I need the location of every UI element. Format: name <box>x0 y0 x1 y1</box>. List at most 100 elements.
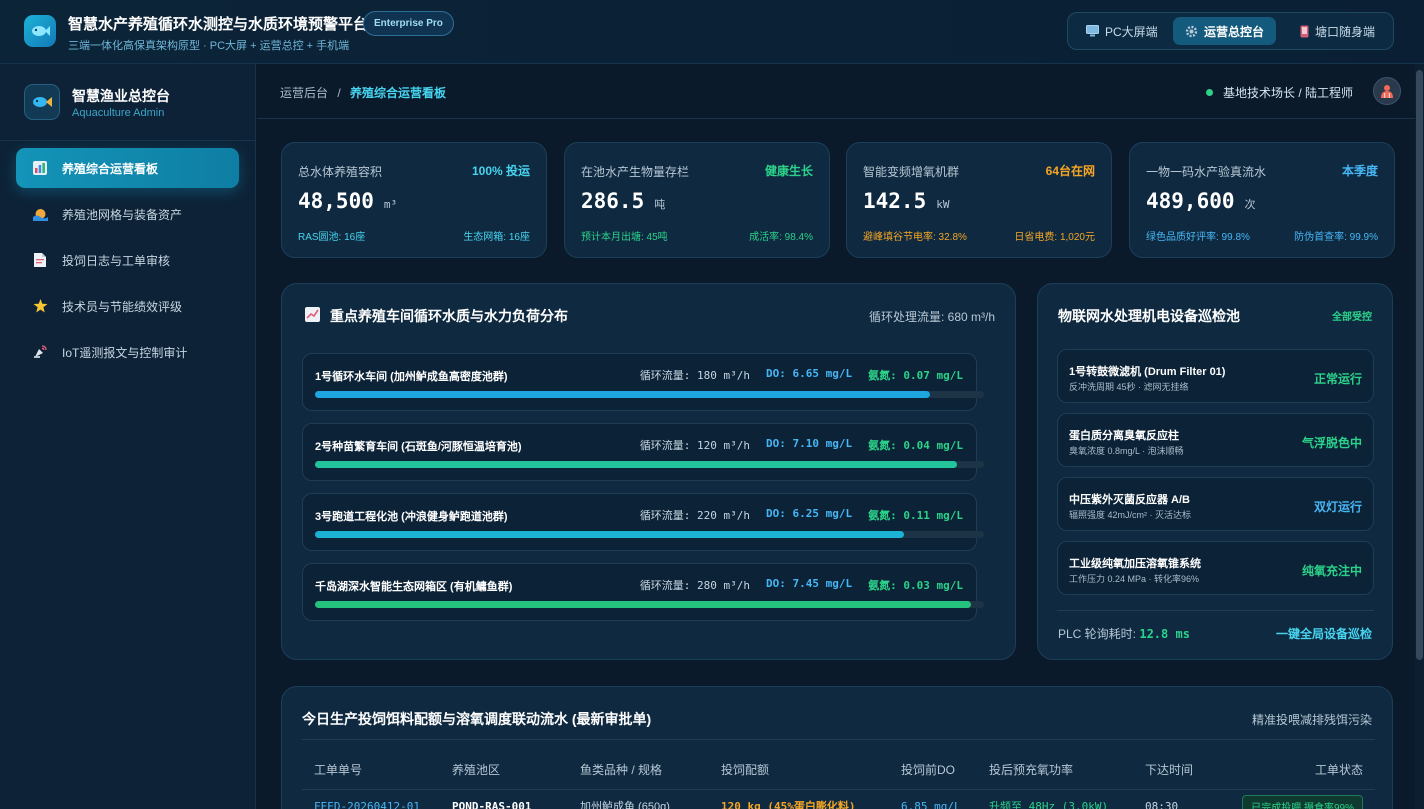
zone-flow: 循环流量: 220 m³/h <box>639 509 751 522</box>
column-header[interactable]: 鱼类品种 / 规格 <box>568 751 709 789</box>
kpi-label: 一物一码水产验真流水 <box>1146 165 1267 179</box>
total-flow: 循环处理流量: 680 m³/h <box>869 308 995 325</box>
satellite-icon <box>32 344 48 360</box>
kpi-value: 489,600 <box>1146 189 1235 213</box>
order-status-cell: 已完成投喂 摄食率99% <box>1221 789 1375 809</box>
column-header[interactable]: 养殖池区 <box>440 751 568 789</box>
sidebar-logo <box>24 84 60 120</box>
order-time: 08:30 <box>1145 799 1179 809</box>
zone-load-bar <box>315 461 984 468</box>
sidebar-item-iot-audit[interactable]: IoT遥测报文与控制审计 <box>16 332 239 372</box>
zone-load-fill <box>315 531 904 538</box>
device-card[interactable]: 1号转鼓微滤机 (Drum Filter 01) 反冲洗周期 45秒 · 滤网无… <box>1057 349 1374 403</box>
mode-label: 运营总控台 <box>1204 24 1265 39</box>
fish-icon <box>33 97 52 107</box>
zone-load-bar <box>315 391 984 398</box>
device-detail: 臭氧浓度 0.8mg/L · 泡沫顺畅 <box>1069 446 1184 456</box>
platform-logo <box>24 15 56 47</box>
kpi-label: 智能变频增氧机群 <box>863 165 960 179</box>
global-patrol-button[interactable]: 一键全局设备巡检 <box>1276 625 1372 642</box>
avatar[interactable] <box>1373 77 1401 105</box>
zone-flow: 循环流量: 120 m³/h <box>639 439 751 452</box>
mode-label: 塘口随身端 <box>1315 24 1376 39</box>
orders-table: 工单单号 养殖池区 鱼类品种 / 规格 投饲配额 投饲前DO 投后预充氧功率 下… <box>302 751 1375 809</box>
kpi-card-water-volume: 总水体养殖容积 100% 投运 48,500 m³ RAS圆池: 16座 生态网箱… <box>281 142 547 258</box>
sidebar-item-ponds[interactable]: 养殖池网格与装备资产 <box>16 194 239 234</box>
phone-icon <box>1300 25 1309 37</box>
kpi-value: 142.5 <box>863 189 927 213</box>
column-header[interactable]: 投饲前DO <box>889 751 977 789</box>
zone-load-fill <box>315 601 971 608</box>
zone-flow: 循环流量: 180 m³/h <box>639 369 751 382</box>
column-header[interactable]: 投后预充氧功率 <box>977 751 1133 789</box>
kpi-card-biomass: 在池水产生物量存栏 健康生长 286.5 吨 预计本月出塘: 45吨 成活率: 9… <box>564 142 830 258</box>
zone-do: DO: 7.10 mg/L <box>766 437 853 450</box>
order-id[interactable]: FEED-20260412-01 <box>302 789 440 809</box>
device-card[interactable]: 中压紫外灭菌反应器 A/B 辐照强度 42mJ/cm² · 灭活达标 双灯运行 <box>1057 477 1374 531</box>
kpi-foot-right: 防伪首查率: 99.9% <box>1294 232 1378 243</box>
device-detail: 反冲洗周期 45秒 · 滤网无挂络 <box>1069 382 1189 392</box>
sidebar-item-dashboard[interactable]: 养殖综合运营看板 <box>16 148 239 188</box>
kpi-foot-left: 绿色品质好评率: 99.8% <box>1146 232 1250 243</box>
kpi-label: 总水体养殖容积 <box>298 165 383 179</box>
sidebar-item-feeding[interactable]: 投饲日志与工单审核 <box>16 240 239 280</box>
table-row[interactable]: FEED-20260412-01 POND-RAS-001 加州鲈成鱼 (650… <box>302 789 1375 809</box>
total-flow-value: 680 m³/h <box>947 310 995 324</box>
device-detail: 工作压力 0.24 MPa · 转化率96% <box>1069 574 1200 584</box>
zone-card[interactable]: 千岛湖深水智能生态网箱区 (有机鳙鱼群) 循环流量: 280 m³/h DO: … <box>302 563 984 621</box>
device-card[interactable]: 工业级纯氧加压溶氧锥系统 工作压力 0.24 MPa · 转化率96% 纯氧充注… <box>1057 541 1374 595</box>
star-icon <box>32 298 48 314</box>
device-detail: 辐照强度 42mJ/cm² · 灭活达标 <box>1069 510 1192 520</box>
total-flow-label: 循环处理流量: <box>868 310 945 324</box>
device-status-badge: 全部受控 <box>1332 312 1372 323</box>
device-name: 1号转鼓微滤机 (Drum Filter 01) <box>1069 366 1226 378</box>
kpi-badge: 64台在网 <box>1045 164 1095 178</box>
kpi-foot-right: 日省电费: 1,020元 <box>1014 232 1095 243</box>
gear-icon <box>1185 25 1198 37</box>
plc-latency: PLC 轮询耗时: 12.8 ms <box>1058 625 1190 642</box>
kpi-label: 在池水产生物量存栏 <box>581 165 690 179</box>
zone-do: DO: 7.45 mg/L <box>766 577 853 590</box>
device-name: 中压紫外灭菌反应器 A/B <box>1069 494 1190 506</box>
mode-pc-screen[interactable]: PC大屏端 <box>1074 17 1170 45</box>
kpi-value-row: 489,600 次 <box>1146 189 1256 213</box>
edition-badge: Enterprise Pro <box>363 11 454 36</box>
panel-title: 今日生产投饲饵料配额与溶氧调度联动流水 (最新审批单) <box>302 711 652 727</box>
zone-metrics: 循环流量: 180 m³/h DO: 6.65 mg/L 氨氮: 0.07 mg… <box>640 367 963 383</box>
app-title: 智慧水产养殖循环水测控与水质环境预警平台 <box>68 16 369 33</box>
order-pond: POND-RAS-001 <box>452 799 532 809</box>
zone-card[interactable]: 1号循环水车间 (加州鲈成鱼高密度池群) 循环流量: 180 m³/h DO: … <box>302 353 984 411</box>
mode-mobile[interactable]: 塘口随身端 <box>1288 17 1387 45</box>
device-card[interactable]: 蛋白质分离臭氧反应柱 臭氧浓度 0.8mg/L · 泡沫顺畅 气浮脱色中 <box>1057 413 1374 467</box>
zone-name: 3号跑道工程化池 (冲浪健身鲈跑道池群) <box>315 511 508 523</box>
column-header[interactable]: 投饲配额 <box>709 751 889 789</box>
user-name: 基地技术场长 / 陆工程师 <box>1222 86 1353 100</box>
user-info: 基地技术场长 / 陆工程师 <box>1205 84 1353 101</box>
order-quota: 120 kg (45%蛋白膨化料) <box>721 800 856 809</box>
column-header[interactable]: 工单单号 <box>302 751 440 789</box>
kpi-foot-right: 成活率: 98.4% <box>749 232 813 243</box>
kpi-foot-left: 避峰填谷节电率: 32.8% <box>863 232 967 243</box>
device-name: 蛋白质分离臭氧反应柱 <box>1069 430 1179 442</box>
zone-card[interactable]: 3号跑道工程化池 (冲浪健身鲈跑道池群) 循环流量: 220 m³/h DO: … <box>302 493 984 551</box>
kpi-card-aerators: 智能变频增氧机群 64台在网 142.5 kW 避峰填谷节电率: 32.8% 日省… <box>846 142 1112 258</box>
workshop-water-quality-panel: 重点养殖车间循环水质与水力负荷分布 循环处理流量: 680 m³/h 1号循环水… <box>281 283 1016 660</box>
online-status-dot <box>1205 89 1213 96</box>
zone-name: 千岛湖深水智能生态网箱区 (有机鳙鱼群) <box>315 581 513 593</box>
mode-ops-console[interactable]: 运营总控台 <box>1173 17 1277 45</box>
zone-ammonia: 氨氮: 0.03 mg/L <box>868 579 963 592</box>
zone-name: 1号循环水车间 (加州鲈成鱼高密度池群) <box>315 371 508 383</box>
breadcrumb-bar: 运营后台 / 养殖综合运营看板 基地技术场长 / 陆工程师 <box>257 64 1415 119</box>
zone-card[interactable]: 2号种苗繁育车间 (石斑鱼/河豚恒温培育池) 循环流量: 120 m³/h DO… <box>302 423 984 481</box>
top-header: 智慧水产养殖循环水测控与水质环境预警平台 三端一体化高保真架构原型 · PC大屏… <box>0 0 1424 64</box>
document-icon <box>32 252 48 268</box>
scrollbar-thumb[interactable] <box>1416 70 1423 660</box>
kpi-badge: 健康生长 <box>764 164 813 178</box>
sidebar-item-performance[interactable]: 技术员与节能绩效评级 <box>16 286 239 326</box>
breadcrumb-root[interactable]: 运营后台 <box>280 86 328 100</box>
sidebar-item-label: 养殖池网格与装备资产 <box>62 207 183 222</box>
kpi-foot-left: 预计本月出塘: 45吨 <box>581 232 668 243</box>
page-scrollbar[interactable] <box>1415 64 1424 809</box>
column-header[interactable]: 工单状态 <box>1221 751 1375 789</box>
column-header[interactable]: 下达时间 <box>1133 751 1221 789</box>
